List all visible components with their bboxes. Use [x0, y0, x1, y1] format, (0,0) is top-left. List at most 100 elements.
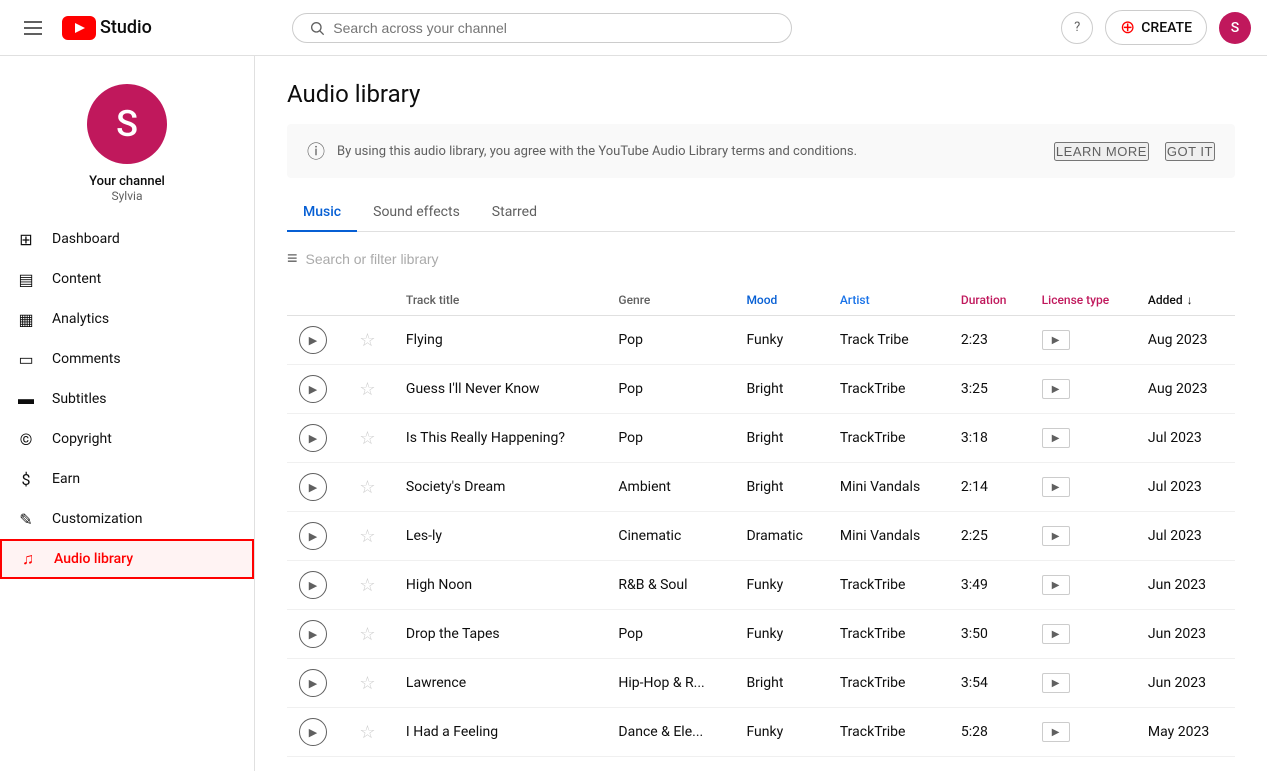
- star-cell-8: ☆: [347, 708, 394, 757]
- star-button-3[interactable]: ☆: [359, 477, 375, 498]
- license-icon-0[interactable]: ▶: [1042, 330, 1070, 350]
- star-button-1[interactable]: ☆: [359, 379, 375, 400]
- license-icon-7[interactable]: ▶: [1042, 673, 1070, 693]
- info-icon: ⓘ: [307, 138, 325, 164]
- logo[interactable]: Studio: [62, 16, 152, 40]
- star-button-2[interactable]: ☆: [359, 428, 375, 449]
- play-button-4[interactable]: ▶: [299, 522, 327, 550]
- search-icon: [309, 20, 325, 36]
- star-cell-3: ☆: [347, 463, 394, 512]
- sidebar-item-dashboard[interactable]: ⊞ Dashboard: [0, 219, 254, 259]
- added-4: Jul 2023: [1136, 512, 1235, 561]
- license-7: ▶: [1030, 659, 1136, 708]
- menu-button[interactable]: [16, 13, 50, 43]
- sidebar-label-dashboard: Dashboard: [52, 231, 120, 247]
- help-icon: ?: [1074, 20, 1080, 35]
- sidebar-item-copyright[interactable]: © Copyright: [0, 419, 254, 459]
- license-icon-5[interactable]: ▶: [1042, 575, 1070, 595]
- col-header-added[interactable]: Added↓: [1136, 285, 1235, 316]
- search-input[interactable]: [333, 20, 775, 36]
- play-cell-5: ▶: [287, 561, 347, 610]
- license-icon-3[interactable]: ▶: [1042, 477, 1070, 497]
- help-button[interactable]: ?: [1061, 12, 1093, 44]
- tab-music[interactable]: Music: [287, 194, 357, 232]
- sidebar-label-audio-library: Audio library: [54, 551, 133, 567]
- col-header-license[interactable]: License type: [1030, 285, 1136, 316]
- col-header-genre[interactable]: Genre: [606, 285, 734, 316]
- play-cell-8: ▶: [287, 708, 347, 757]
- artist-1: TrackTribe: [828, 365, 949, 414]
- sidebar-item-customization[interactable]: ✎ Customization: [0, 499, 254, 539]
- create-button[interactable]: ⊕ CREATE: [1105, 10, 1207, 45]
- play-button-2[interactable]: ▶: [299, 424, 327, 452]
- row-actions-1: ▶: [299, 375, 335, 403]
- sidebar-label-copyright: Copyright: [52, 431, 112, 447]
- star-button-6[interactable]: ☆: [359, 624, 375, 645]
- play-button-7[interactable]: ▶: [299, 669, 327, 697]
- star-button-5[interactable]: ☆: [359, 575, 375, 596]
- nav-items-container: ⊞ Dashboard ▤ Content ▦ Analytics ▭ Comm…: [0, 219, 254, 579]
- sidebar-item-audio-library[interactable]: ♫ Audio library: [0, 539, 254, 579]
- play-cell-4: ▶: [287, 512, 347, 561]
- sidebar-item-comments[interactable]: ▭ Comments: [0, 339, 254, 379]
- col-header-duration[interactable]: Duration: [949, 285, 1030, 316]
- audio-library-icon: ♫: [18, 549, 38, 569]
- play-button-6[interactable]: ▶: [299, 620, 327, 648]
- sidebar-item-analytics[interactable]: ▦ Analytics: [0, 299, 254, 339]
- channel-avatar-letter: S: [116, 103, 138, 145]
- track-title-0: Flying: [394, 316, 606, 365]
- license-icon-4[interactable]: ▶: [1042, 526, 1070, 546]
- filter-input[interactable]: [306, 251, 1235, 267]
- sidebar-item-content[interactable]: ▤ Content: [0, 259, 254, 299]
- added-2: Jul 2023: [1136, 414, 1235, 463]
- star-cell-0: ☆: [347, 316, 394, 365]
- genre-7: Hip-Hop & R...: [606, 659, 734, 708]
- genre-2: Pop: [606, 414, 734, 463]
- layout: S Your channel Sylvia ⊞ Dashboard ▤ Cont…: [0, 56, 1267, 771]
- star-button-0[interactable]: ☆: [359, 330, 375, 351]
- play-cell-6: ▶: [287, 610, 347, 659]
- artist-5: TrackTribe: [828, 561, 949, 610]
- play-button-3[interactable]: ▶: [299, 473, 327, 501]
- star-cell-1: ☆: [347, 365, 394, 414]
- star-button-7[interactable]: ☆: [359, 673, 375, 694]
- learn-more-button[interactable]: LEARN MORE: [1054, 142, 1149, 161]
- table-header: Track titleGenreMoodArtistDurationLicens…: [287, 285, 1235, 316]
- sidebar-item-earn[interactable]: $ Earn: [0, 459, 254, 499]
- dashboard-icon: ⊞: [16, 230, 36, 249]
- row-actions-8: ▶: [299, 718, 335, 746]
- play-button-0[interactable]: ▶: [299, 326, 327, 354]
- star-button-4[interactable]: ☆: [359, 526, 375, 547]
- added-3: Jul 2023: [1136, 463, 1235, 512]
- channel-avatar[interactable]: S: [87, 84, 167, 164]
- tab-starred[interactable]: Starred: [476, 194, 553, 232]
- col-header-track-title[interactable]: Track title: [394, 285, 606, 316]
- added-6: Jun 2023: [1136, 610, 1235, 659]
- play-button-5[interactable]: ▶: [299, 571, 327, 599]
- got-it-button[interactable]: GOT IT: [1165, 142, 1215, 161]
- tab-sound-effects[interactable]: Sound effects: [357, 194, 476, 232]
- col-header-artist[interactable]: Artist: [828, 285, 949, 316]
- artist-0: Track Tribe: [828, 316, 949, 365]
- row-actions-6: ▶: [299, 620, 335, 648]
- license-icon-1[interactable]: ▶: [1042, 379, 1070, 399]
- track-title-6: Drop the Tapes: [394, 610, 606, 659]
- star-button-8[interactable]: ☆: [359, 722, 375, 743]
- header-left: Studio: [16, 13, 152, 43]
- comments-icon: ▭: [16, 350, 36, 369]
- license-icon-2[interactable]: ▶: [1042, 428, 1070, 448]
- mood-6: Funky: [734, 610, 827, 659]
- table-row: ▶ ☆ Lawrence Hip-Hop & R... Bright Track…: [287, 659, 1235, 708]
- content-icon: ▤: [16, 270, 36, 289]
- logo-text: Studio: [100, 17, 152, 38]
- row-actions-0: ▶: [299, 326, 335, 354]
- col-header-play: [287, 285, 347, 316]
- channel-name: Your channel: [89, 174, 165, 189]
- license-icon-8[interactable]: ▶: [1042, 722, 1070, 742]
- play-button-1[interactable]: ▶: [299, 375, 327, 403]
- play-button-8[interactable]: ▶: [299, 718, 327, 746]
- col-header-mood[interactable]: Mood: [734, 285, 827, 316]
- sidebar-item-subtitles[interactable]: ▬ Subtitles: [0, 379, 254, 419]
- license-icon-6[interactable]: ▶: [1042, 624, 1070, 644]
- avatar[interactable]: S: [1219, 12, 1251, 44]
